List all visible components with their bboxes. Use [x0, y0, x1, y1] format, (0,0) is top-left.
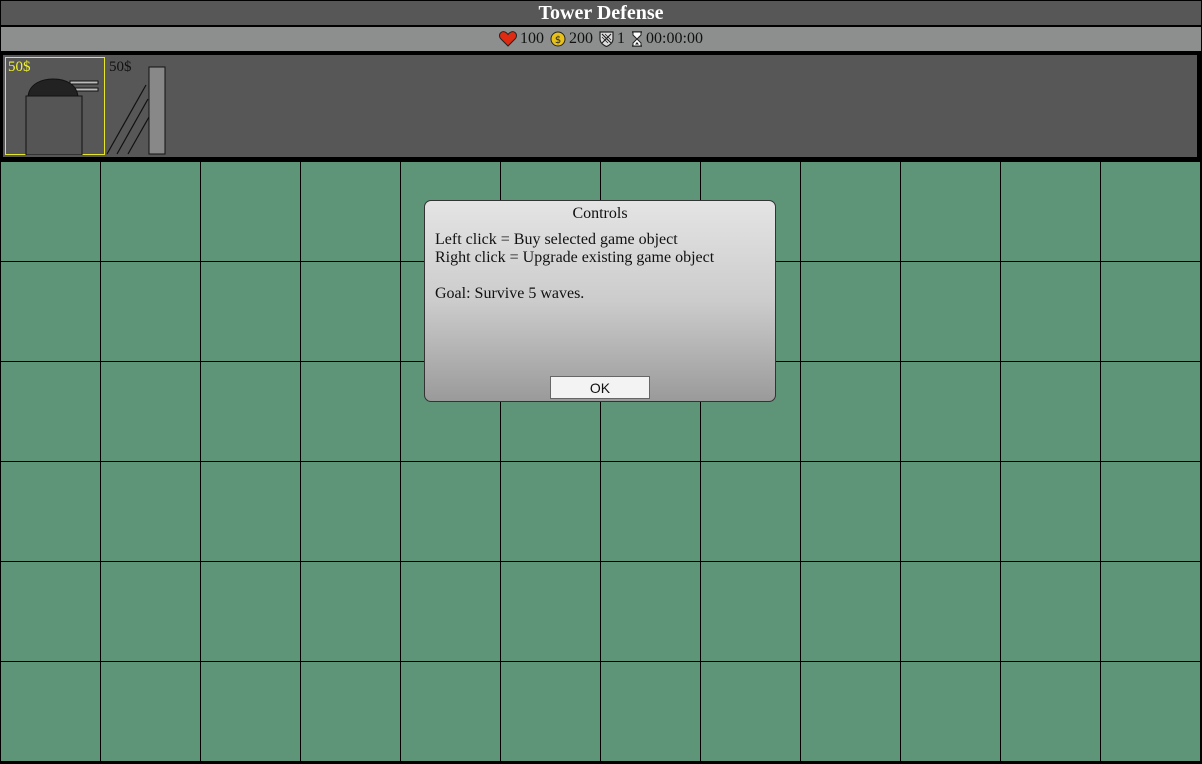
board-cell[interactable]	[101, 362, 201, 462]
board-cell[interactable]	[1101, 162, 1201, 262]
board-cell[interactable]	[201, 162, 301, 262]
board-cell[interactable]	[1, 162, 101, 262]
game-title: Tower Defense	[1, 1, 1201, 25]
board-cell[interactable]	[901, 362, 1001, 462]
ok-button[interactable]: OK	[550, 376, 650, 399]
board-cell[interactable]	[301, 262, 401, 362]
board-cell[interactable]	[1, 262, 101, 362]
board-cell[interactable]	[801, 162, 901, 262]
dialog-line-goal: Goal: Survive 5 waves.	[435, 285, 585, 302]
board-cell[interactable]	[801, 562, 901, 662]
dialog-title: Controls	[572, 205, 628, 222]
board-cell[interactable]	[1001, 662, 1101, 762]
heart-icon	[499, 31, 518, 47]
board-cell[interactable]	[501, 562, 601, 662]
board-cell[interactable]	[401, 662, 501, 762]
dialog-spacer	[435, 267, 714, 285]
status-bar: 100 $ 200 1 00:00:00	[1, 27, 1201, 51]
board-cell[interactable]	[101, 562, 201, 662]
board-cell[interactable]	[201, 662, 301, 762]
board-cell[interactable]	[901, 662, 1001, 762]
board-cell[interactable]	[1, 662, 101, 762]
board-cell[interactable]	[801, 462, 901, 562]
board-cell[interactable]	[901, 262, 1001, 362]
board-cell[interactable]	[701, 562, 801, 662]
game-window: Tower Defense 100 $ 200 1 00:00:00 50$ 5…	[0, 0, 1202, 764]
board-cell[interactable]	[501, 462, 601, 562]
board-cell[interactable]	[101, 262, 201, 362]
board-cell[interactable]	[701, 662, 801, 762]
board-cell[interactable]	[401, 562, 501, 662]
hourglass-icon	[632, 31, 643, 47]
shop-item-wall[interactable]: 50$	[106, 57, 206, 155]
board-cell[interactable]	[901, 162, 1001, 262]
board-cell[interactable]	[1101, 362, 1201, 462]
wave-stat: 1	[599, 27, 625, 51]
board-cell[interactable]	[801, 362, 901, 462]
board-cell[interactable]	[1, 362, 101, 462]
dialog-line-left-click: Left click = Buy selected game object	[435, 231, 678, 248]
money-stat: $ 200	[550, 27, 593, 51]
shield-icon	[599, 31, 614, 47]
controls-dialog: Controls Left click = Buy selected game …	[424, 200, 776, 402]
wall-icon	[106, 66, 166, 155]
board-cell[interactable]	[1101, 262, 1201, 362]
shop-bar: 50$ 50$	[1, 53, 1201, 161]
svg-text:$: $	[555, 35, 561, 46]
coin-icon: $	[550, 31, 566, 47]
board-cell[interactable]	[601, 662, 701, 762]
board-cell[interactable]	[301, 462, 401, 562]
wave-value: 1	[617, 30, 626, 47]
board-cell[interactable]	[901, 462, 1001, 562]
board-cell[interactable]	[1, 562, 101, 662]
board-cell[interactable]	[801, 262, 901, 362]
board-cell[interactable]	[101, 662, 201, 762]
board-cell[interactable]	[201, 362, 301, 462]
lives-stat: 100	[499, 27, 544, 51]
dialog-line-right-click: Right click = Upgrade existing game obje…	[435, 249, 715, 266]
board-cell[interactable]	[101, 462, 201, 562]
board-cell[interactable]	[1001, 162, 1101, 262]
board-cell[interactable]	[201, 562, 301, 662]
board-cell[interactable]	[301, 562, 401, 662]
board-cell[interactable]	[201, 262, 301, 362]
board-cell[interactable]	[201, 462, 301, 562]
lives-value: 100	[520, 30, 545, 47]
board-cell[interactable]	[1101, 562, 1201, 662]
board-cell[interactable]	[501, 662, 601, 762]
board-cell[interactable]	[1101, 462, 1201, 562]
dialog-body: Left click = Buy selected game object Ri…	[435, 231, 714, 303]
board-cell[interactable]	[1001, 562, 1101, 662]
shop-item-cannon-tower[interactable]: 50$	[5, 57, 105, 155]
board-cell[interactable]	[901, 562, 1001, 662]
board-cell[interactable]	[101, 162, 201, 262]
board-cell[interactable]	[601, 562, 701, 662]
board-cell[interactable]	[801, 662, 901, 762]
board-cell[interactable]	[1, 462, 101, 562]
money-value: 200	[569, 30, 594, 47]
shop-panel: 50$ 50$	[3, 55, 1197, 157]
board-cell[interactable]	[301, 162, 401, 262]
board-cell[interactable]	[701, 462, 801, 562]
board-cell[interactable]	[401, 462, 501, 562]
board-cell[interactable]	[1001, 262, 1101, 362]
board-cell[interactable]	[601, 462, 701, 562]
board-cell[interactable]	[301, 662, 401, 762]
board-cell[interactable]	[1001, 362, 1101, 462]
board-cell[interactable]	[301, 362, 401, 462]
time-stat: 00:00:00	[631, 27, 703, 51]
board-cell[interactable]	[1101, 662, 1201, 762]
time-value: 00:00:00	[646, 30, 703, 47]
cannon-tower-icon	[25, 78, 99, 155]
board-cell[interactable]	[1001, 462, 1101, 562]
